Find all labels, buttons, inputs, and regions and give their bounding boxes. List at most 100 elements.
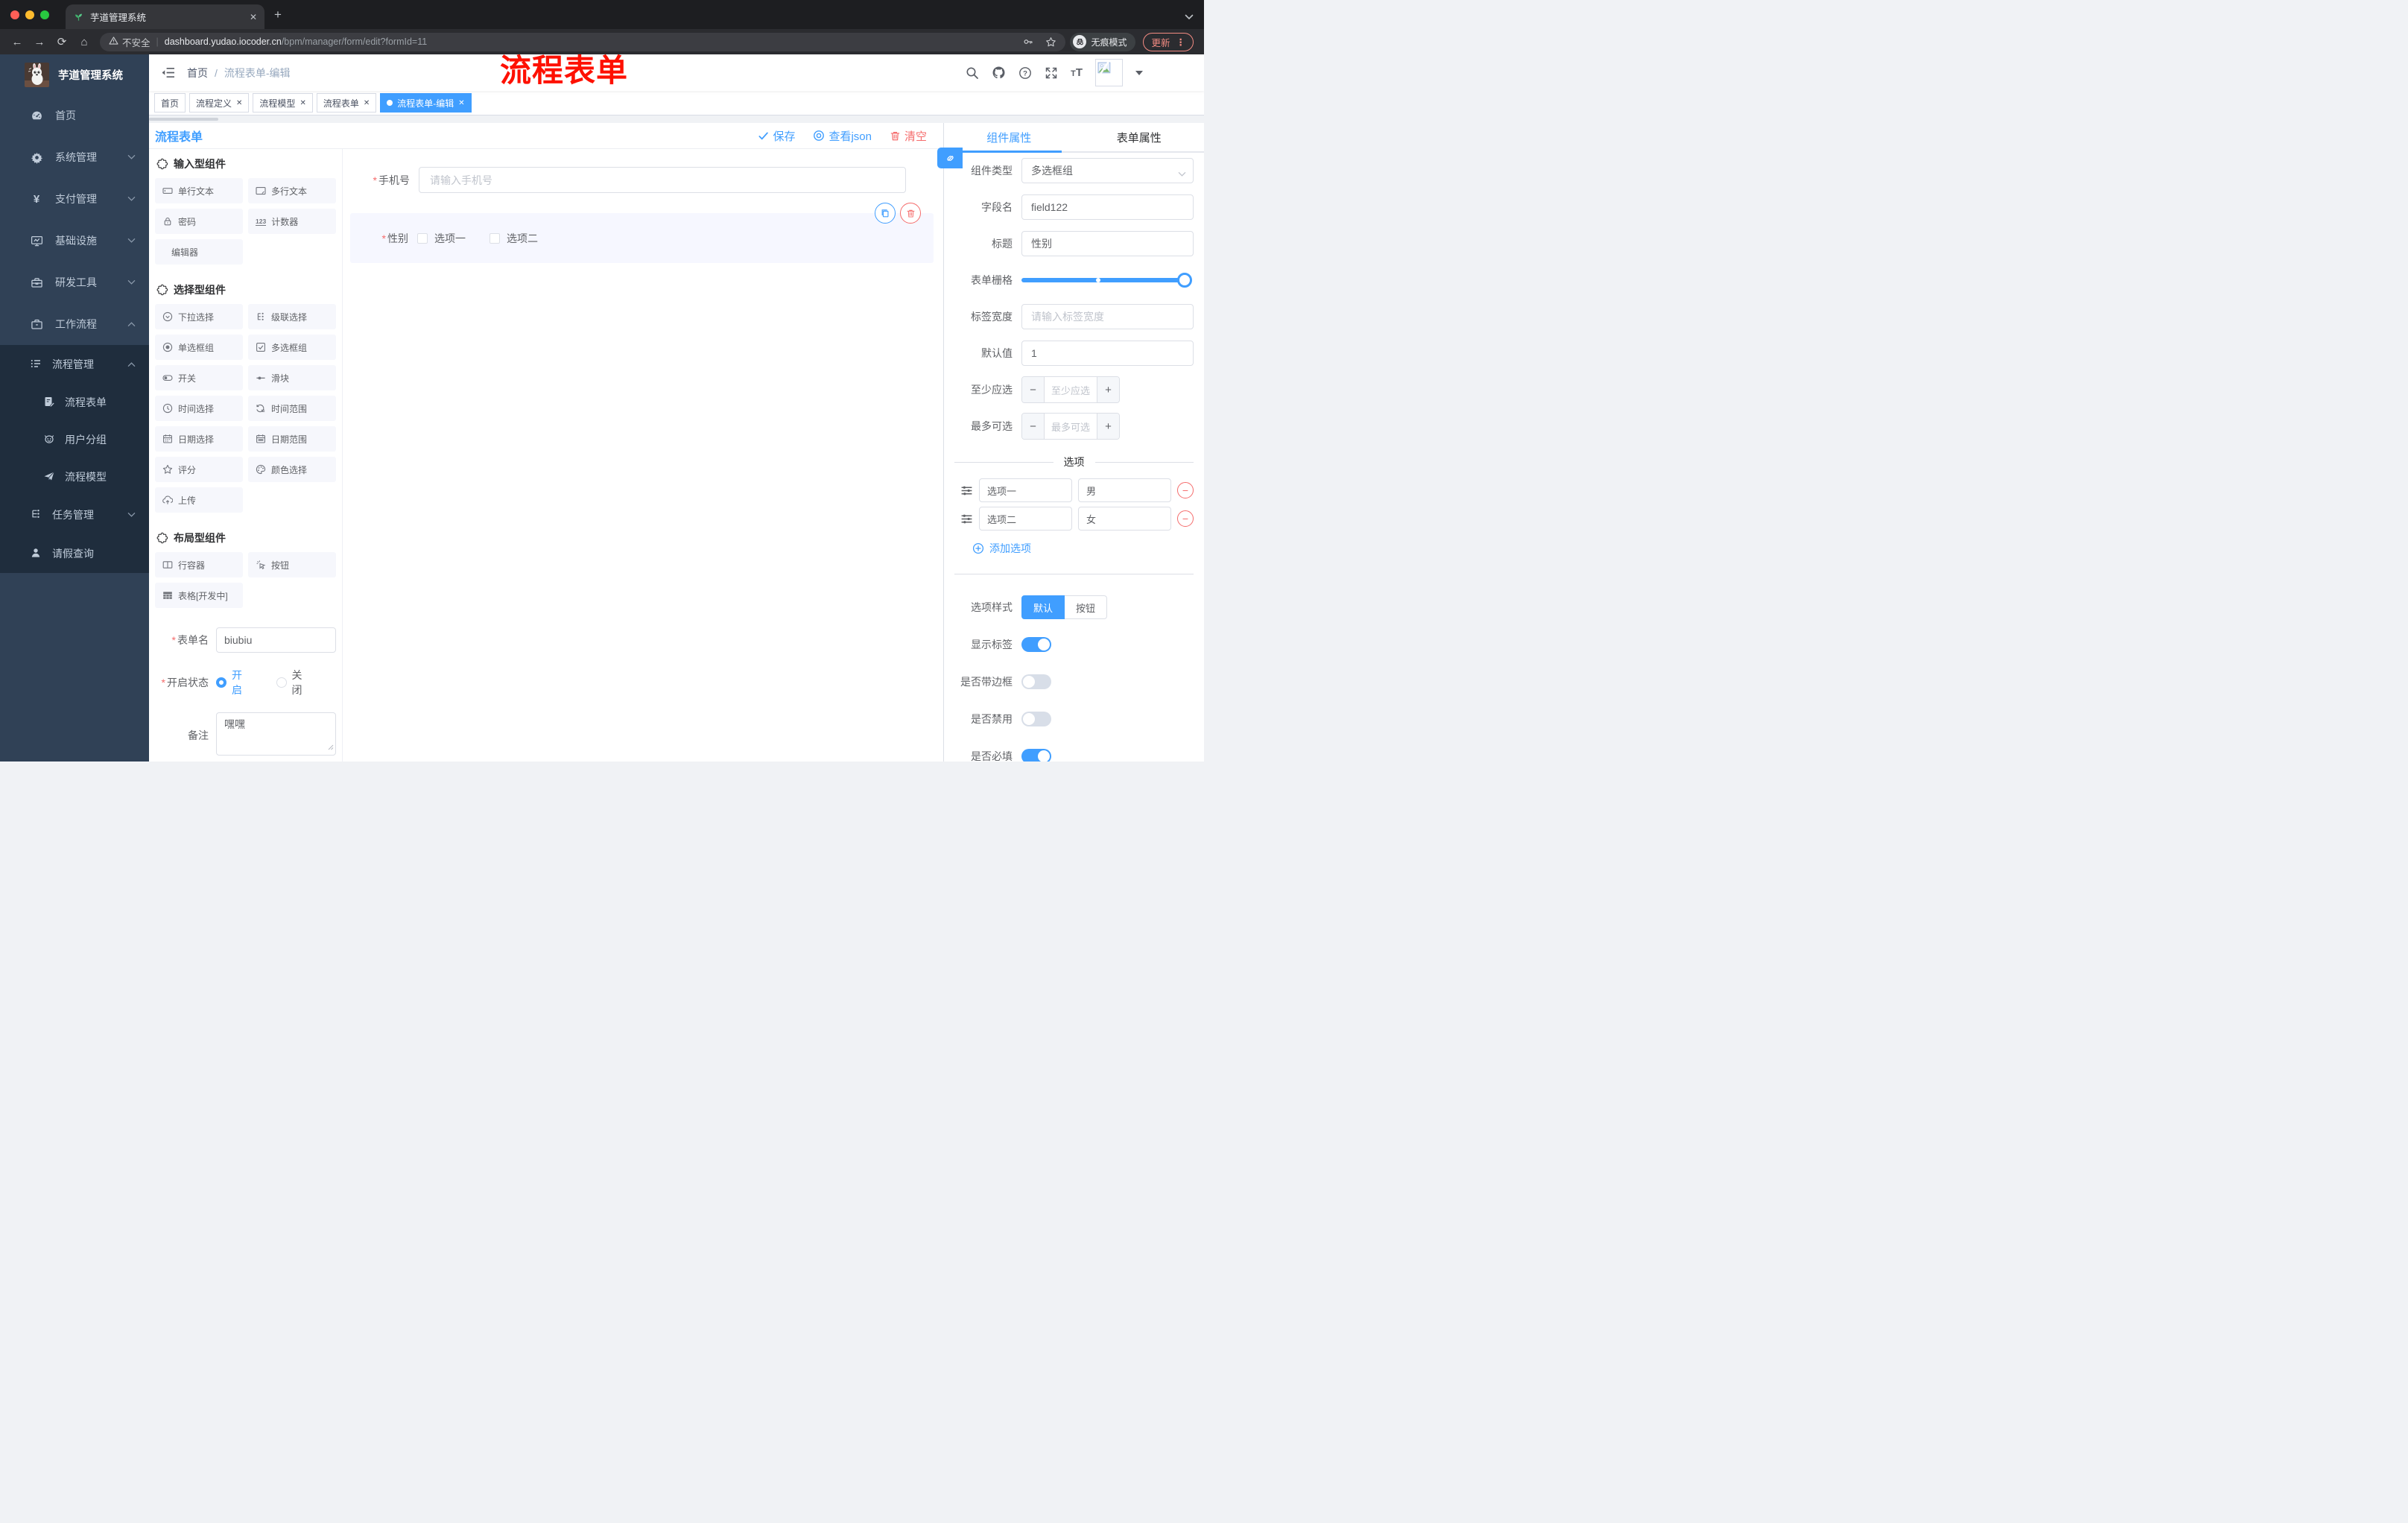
tag-close-icon[interactable]: ✕	[458, 99, 464, 107]
sidebar-item-process-mgmt[interactable]: 流程管理	[0, 345, 149, 384]
horizontal-scrollbar-thumb[interactable]	[149, 118, 218, 121]
disabled-toggle[interactable]	[1021, 712, 1051, 726]
sidebar-item-workflow[interactable]: 工作流程	[0, 303, 149, 345]
tag-close-icon[interactable]: ✕	[236, 99, 242, 107]
slider-handle[interactable]	[1177, 273, 1192, 288]
search-icon[interactable]	[966, 66, 979, 80]
reload-button[interactable]: ⟳	[51, 35, 73, 48]
tag-close-icon[interactable]: ✕	[364, 99, 370, 107]
help-icon[interactable]: ?	[1018, 66, 1032, 80]
palette-item-single-line-text[interactable]: 单行文本	[155, 178, 243, 203]
palette-item-row-container[interactable]: 行容器	[155, 552, 243, 577]
link-tag[interactable]	[937, 148, 963, 168]
remove-option-button[interactable]: −	[1177, 482, 1194, 498]
border-toggle[interactable]	[1021, 674, 1051, 689]
sidebar-item-home[interactable]: 首页	[0, 95, 149, 136]
save-button[interactable]: 保存	[758, 128, 795, 144]
palette-item-cascader[interactable]: 级联选择	[248, 304, 336, 329]
bookmark-star-icon[interactable]	[1045, 37, 1056, 48]
tab-close-icon[interactable]: ✕	[250, 12, 257, 22]
palette-item-date-picker[interactable]: 日期选择	[155, 426, 243, 452]
drag-handle-icon[interactable]	[960, 513, 973, 525]
style-button-button[interactable]: 按钮	[1065, 595, 1108, 619]
resize-handle-icon[interactable]	[328, 741, 334, 753]
sidebar-item-user-group[interactable]: 用户分组	[0, 421, 149, 458]
delete-field-button[interactable]	[900, 203, 921, 224]
stepper-increase-button[interactable]: +	[1097, 377, 1119, 402]
browser-menu-kebab-icon[interactable]: ⋮	[1176, 37, 1186, 48]
close-window-button[interactable]	[10, 10, 19, 19]
sidebar-item-devtools[interactable]: 研发工具	[0, 262, 149, 303]
palette-item-checkbox-group[interactable]: 多选框组	[248, 335, 336, 360]
tag-home[interactable]: 首页	[154, 93, 186, 113]
palette-item-switch[interactable]: 开关	[155, 365, 243, 390]
zoom-window-button[interactable]	[40, 10, 49, 19]
stepper-increase-button[interactable]: +	[1097, 414, 1119, 439]
stepper-decrease-button[interactable]: −	[1022, 414, 1045, 439]
breadcrumb-home[interactable]: 首页	[187, 66, 208, 80]
phone-field[interactable]: * 手机号	[352, 167, 906, 193]
default-value-input[interactable]	[1021, 341, 1194, 366]
remove-option-button[interactable]: −	[1177, 510, 1194, 527]
avatar[interactable]	[1095, 59, 1123, 86]
palette-item-upload[interactable]: 上传	[155, 487, 243, 513]
component-type-select[interactable]	[1021, 158, 1194, 183]
forward-button[interactable]: →	[28, 36, 51, 48]
palette-item-table[interactable]: 表格[开发中]	[155, 583, 243, 608]
palette-item-editor[interactable]: 编辑器	[155, 239, 243, 265]
address-bar[interactable]: 不安全 | dashboard.yudao.iocoder.cn/bpm/man…	[100, 32, 1066, 51]
palette-item-slider[interactable]: 滑块	[248, 365, 336, 390]
title-input[interactable]	[1021, 231, 1194, 256]
palette-item-time-range[interactable]: 时间范围	[248, 396, 336, 421]
sidebar-item-payment[interactable]: ¥ 支付管理	[0, 178, 149, 220]
sidebar-item-infra[interactable]: 基础设施	[0, 220, 149, 262]
form-grid-slider[interactable]	[1021, 273, 1192, 288]
drag-handle-icon[interactable]	[960, 484, 973, 497]
tab-form-props[interactable]: 表单属性	[1074, 123, 1205, 151]
stepper-decrease-button[interactable]: −	[1022, 377, 1045, 402]
view-json-button[interactable]: 查看json	[813, 128, 872, 144]
new-tab-button[interactable]: +	[274, 8, 282, 21]
avatar-caret-icon[interactable]	[1135, 70, 1143, 75]
sidebar-item-task-mgmt[interactable]: 任务管理	[0, 495, 149, 534]
security-label[interactable]: 不安全	[122, 35, 150, 49]
fullscreen-icon[interactable]	[1045, 66, 1058, 80]
option-2-value-input[interactable]	[1078, 507, 1171, 531]
palette-item-select[interactable]: 下拉选择	[155, 304, 243, 329]
sidebar-item-process-form[interactable]: 流程表单	[0, 384, 149, 421]
sidebar-item-leave-query[interactable]: 请假查询	[0, 534, 149, 573]
style-default-button[interactable]: 默认	[1021, 595, 1065, 619]
phone-input[interactable]	[419, 167, 906, 193]
required-toggle[interactable]	[1021, 749, 1051, 762]
status-off-radio[interactable]: 关闭	[276, 668, 308, 697]
sidebar-item-system[interactable]: 系统管理	[0, 136, 149, 178]
component-type-value[interactable]	[1021, 158, 1194, 183]
palette-item-multi-line-text[interactable]: 多行文本	[248, 178, 336, 203]
palette-item-rate[interactable]: 评分	[155, 457, 243, 482]
palette-item-time-picker[interactable]: 时间选择	[155, 396, 243, 421]
form-name-input[interactable]	[216, 627, 336, 653]
gender-field-selected[interactable]: * 性别 选项一 选项二	[350, 203, 934, 263]
palette-item-date-range[interactable]: 日期范围	[248, 426, 336, 452]
sidebar-logo[interactable]: 芋道管理系统	[0, 54, 149, 95]
tag-process-definition[interactable]: 流程定义 ✕	[189, 93, 250, 113]
clear-button[interactable]: 清空	[890, 128, 927, 144]
show-label-toggle[interactable]	[1021, 637, 1051, 652]
tag-process-form[interactable]: 流程表单 ✕	[316, 93, 377, 113]
sidebar-item-process-model[interactable]: 流程模型	[0, 458, 149, 495]
palette-item-password[interactable]: 密码	[155, 209, 243, 234]
palette-item-color-picker[interactable]: 颜色选择	[248, 457, 336, 482]
tag-close-icon[interactable]: ✕	[300, 99, 305, 107]
gender-option-1-checkbox[interactable]: 选项一	[417, 231, 466, 246]
browser-tab[interactable]: 芋道管理系统 ✕	[66, 4, 264, 29]
back-button[interactable]: ←	[6, 36, 28, 48]
option-1-label-input[interactable]	[979, 478, 1072, 502]
palette-item-button[interactable]: 按钮	[248, 552, 336, 577]
password-key-icon[interactable]	[1023, 37, 1033, 47]
sidebar-toggle-icon[interactable]	[161, 66, 175, 79]
tag-process-form-edit[interactable]: 流程表单-编辑 ✕	[380, 93, 472, 113]
font-size-icon[interactable]: TT	[1071, 66, 1083, 79]
palette-item-radio-group[interactable]: 单选框组	[155, 335, 243, 360]
add-option-button[interactable]: 添加选项	[972, 541, 1204, 556]
tag-process-model[interactable]: 流程模型 ✕	[253, 93, 313, 113]
